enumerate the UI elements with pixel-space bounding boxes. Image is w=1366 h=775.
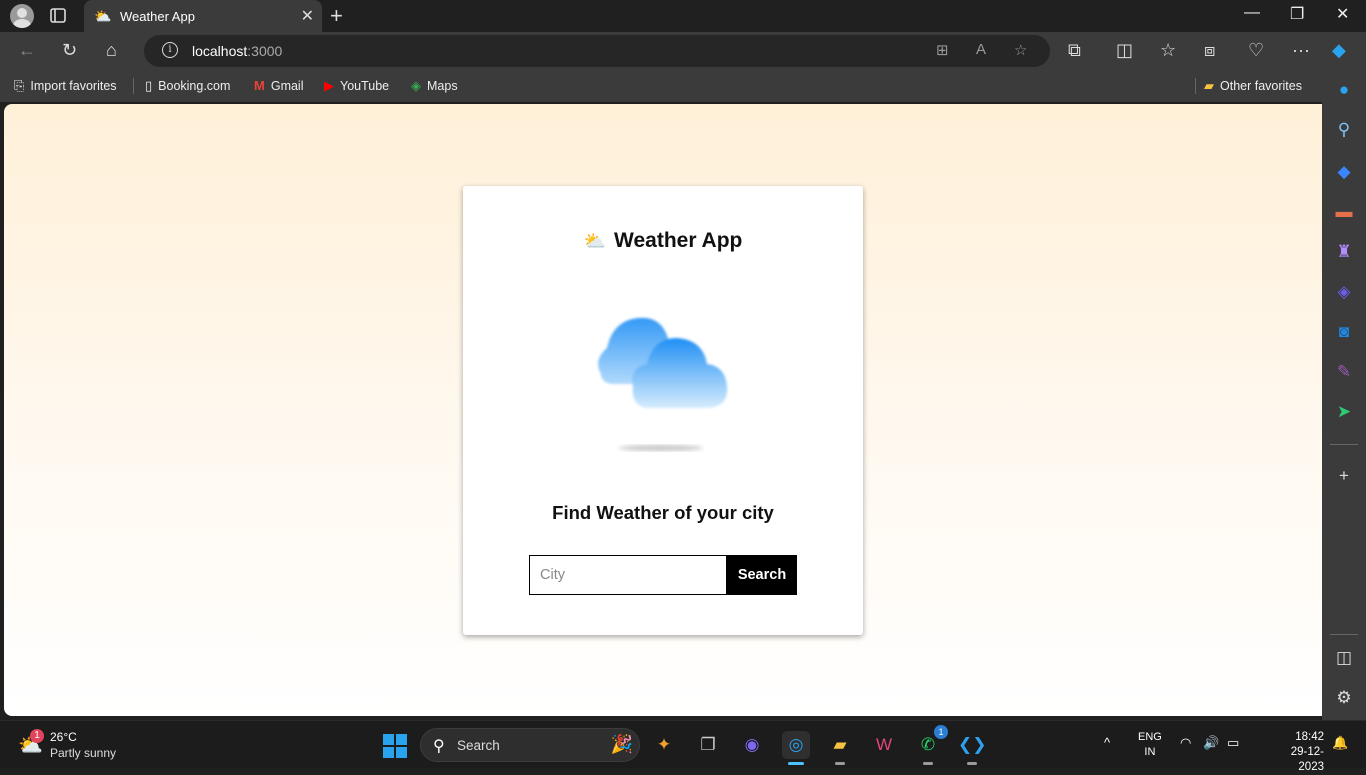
tab-weather-app[interactable]: ⛅ Weather App ✕ [84, 0, 322, 32]
back-icon[interactable]: ← [18, 40, 36, 61]
favorite-star-icon[interactable]: ☆ [1014, 41, 1027, 59]
search-icon[interactable]: ⚲ [1334, 120, 1354, 140]
tab-actions-icon[interactable] [48, 6, 70, 26]
bookmarks-bar: ⎘ Import favorites ▯ Booking.com M Gmail ▶ Y… [0, 70, 1366, 102]
sidebar-divider [1330, 634, 1358, 635]
notification-bell-icon[interactable]: ● [1334, 80, 1354, 100]
collections-icon[interactable]: ⧈ [1204, 40, 1215, 61]
copilot-taskbar-icon[interactable]: ✦ [650, 731, 678, 759]
weather-card: ⛅ Weather App Find Weather of your city … [463, 186, 863, 635]
teams-chat-icon[interactable]: ◉ [738, 731, 766, 759]
page-icon: ▯ [145, 78, 153, 93]
search-icon: ⚲ [433, 738, 445, 755]
add-icon[interactable]: + [1334, 466, 1354, 486]
browser-essentials-icon[interactable]: ♡ [1248, 40, 1264, 61]
hide-sidebar-icon[interactable]: ◫ [1334, 648, 1354, 668]
copilot-sidebar-icon[interactable]: ◈ [1334, 282, 1354, 302]
import-icon: ⎘ [14, 78, 25, 93]
weather-badge: 1 [30, 729, 44, 743]
whatsapp-badge: 1 [934, 725, 948, 739]
file-explorer-icon[interactable]: ▰ [826, 731, 854, 765]
bookmark-divider [1195, 78, 1196, 94]
tab-title: Weather App [120, 9, 195, 24]
volume-icon[interactable]: 🔊 [1203, 735, 1219, 751]
title-bar: ⛅ Weather App ✕ + — ❐ ✕ [0, 0, 1366, 32]
weather-temp: 26°C [50, 730, 77, 744]
navigation-bar: ← ↻ ⌂ i localhost:3000 ⊞ A ☆ ⧉ ◫ ☆ ⧈ ♡ ·… [0, 32, 1366, 70]
close-window-icon[interactable]: ✕ [1336, 4, 1349, 24]
wps-office-icon[interactable]: W [870, 731, 898, 759]
task-view-icon[interactable]: ❐ [694, 731, 722, 759]
maps-icon: ◈ [411, 78, 421, 93]
bookmark-maps[interactable]: ◈ Maps [411, 78, 458, 94]
sidebar-divider [1330, 444, 1358, 445]
folder-icon: ▰ [1204, 78, 1214, 93]
shopping-tag-icon[interactable]: ◆ [1334, 162, 1354, 182]
cloud-illustration-icon [598, 317, 728, 451]
weather-widget[interactable]: ⛅ 1 26°C Partly sunny [14, 727, 134, 763]
weather-condition: Partly sunny [50, 746, 117, 760]
copilot-icon[interactable]: ◆ [1332, 40, 1346, 61]
site-info-icon[interactable]: i [162, 42, 178, 58]
send-icon[interactable]: ➤ [1334, 402, 1354, 422]
taskbar-search-label: Search [457, 738, 500, 753]
minimize-icon[interactable]: — [1244, 4, 1260, 22]
bookmark-gmail[interactable]: M Gmail [254, 78, 304, 93]
bookmark-booking[interactable]: ▯ Booking.com [145, 78, 230, 94]
app-title: Weather App [614, 229, 743, 252]
app-header: ⛅ Weather App [463, 229, 863, 253]
read-aloud-icon[interactable]: A [976, 41, 986, 58]
city-input[interactable] [529, 555, 727, 595]
close-tab-icon[interactable]: ✕ [301, 6, 314, 26]
taskbar-search[interactable]: ⚲ Search 🎉 [420, 728, 640, 762]
edge-browser-icon[interactable]: ◎ [782, 731, 810, 765]
partly-cloudy-icon: ⛅ [583, 231, 607, 251]
web-page: ⛅ Weather App Find Weather of your city … [4, 104, 1322, 716]
search-highlight-icon: 🎉 [610, 734, 633, 754]
designer-icon[interactable]: ✎ [1334, 362, 1354, 382]
language-indicator[interactable]: ENG IN [1138, 730, 1162, 760]
more-options-icon[interactable]: ··· [1292, 40, 1310, 61]
search-form: Search [529, 555, 797, 595]
games-icon[interactable]: ♜ [1334, 242, 1354, 262]
extensions-icon[interactable]: ⧉ [1068, 40, 1081, 61]
url-text[interactable]: localhost:3000 [192, 43, 282, 59]
favorites-icon[interactable]: ☆ [1160, 40, 1176, 61]
refresh-icon[interactable]: ↻ [62, 40, 77, 61]
settings-gear-icon[interactable]: ⚙ [1334, 688, 1354, 708]
whatsapp-icon[interactable]: ✆ 1 [914, 725, 948, 765]
gmail-icon: M [254, 78, 265, 93]
show-hidden-icons-icon[interactable]: ^ [1104, 735, 1110, 750]
tools-icon[interactable]: ▬ [1334, 202, 1354, 222]
bookmark-other-favorites[interactable]: ▰ Other favorites [1204, 78, 1302, 94]
home-icon[interactable]: ⌂ [106, 40, 117, 61]
profile-avatar-icon[interactable] [10, 4, 34, 28]
start-button-icon[interactable] [383, 734, 407, 758]
app-available-icon[interactable]: ⊞ [936, 41, 949, 59]
wifi-icon[interactable]: ◠ [1180, 735, 1191, 751]
clock[interactable]: 18:42 29-12-2023 [1280, 730, 1324, 775]
restore-icon[interactable]: ❐ [1290, 4, 1304, 24]
edge-sidebar: ● ⚲ ◆ ▬ ♜ ◈ ◙ ✎ ➤ + ◫ ⚙ [1322, 70, 1366, 720]
find-weather-heading: Find Weather of your city [552, 502, 774, 523]
outlook-icon[interactable]: ◙ [1334, 322, 1354, 342]
bookmark-import-favorites[interactable]: ⎘ Import favorites [14, 78, 117, 94]
vscode-icon[interactable]: ❮❯ [958, 731, 987, 765]
bookmark-youtube[interactable]: ▶ YouTube [324, 78, 389, 94]
split-screen-icon[interactable]: ◫ [1116, 40, 1133, 61]
search-button[interactable]: Search [727, 555, 797, 595]
address-bar[interactable]: i localhost:3000 ⊞ A ☆ [144, 35, 1050, 67]
new-tab-icon[interactable]: + [330, 3, 343, 29]
battery-icon[interactable]: ▭ [1227, 735, 1239, 751]
bookmark-divider [133, 78, 134, 94]
windows-taskbar: ⛅ 1 26°C Partly sunny ⚲ Search 🎉 ✦ ❐ ◉ ◎… [0, 720, 1366, 773]
weather-favicon-icon: ⛅ [94, 8, 112, 24]
notification-icon[interactable]: 🔔 [1332, 735, 1348, 751]
youtube-icon: ▶ [324, 78, 334, 93]
